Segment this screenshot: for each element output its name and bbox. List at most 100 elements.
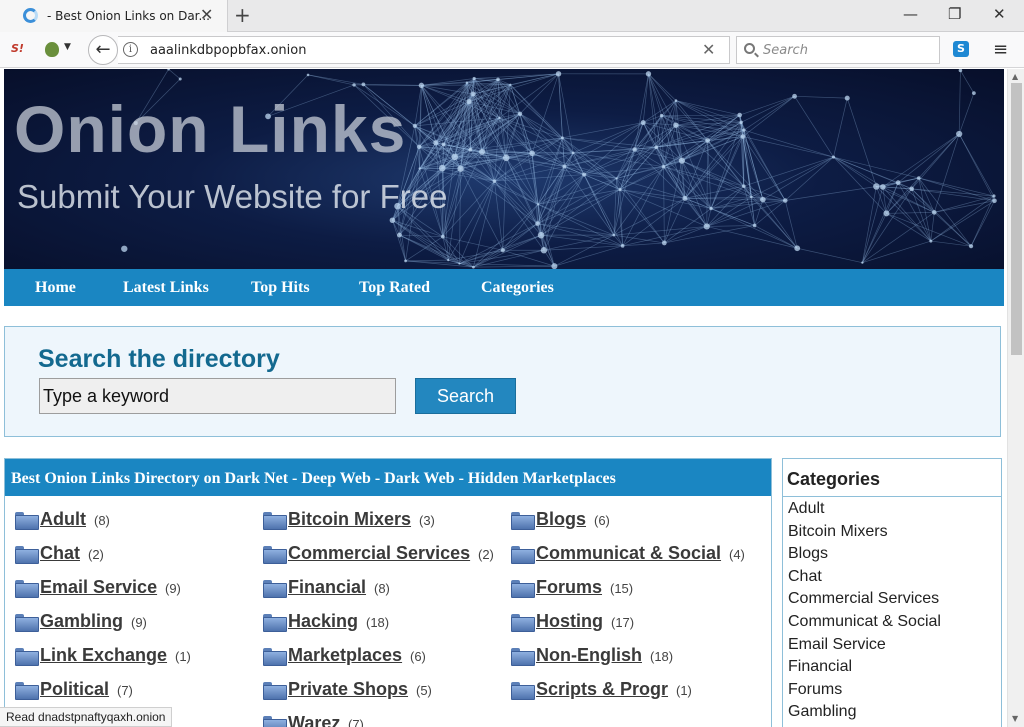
category-count: (17) [611, 615, 635, 630]
close-tab-icon[interactable]: ✕ [200, 6, 213, 24]
network-node [470, 91, 476, 97]
category-link[interactable]: Marketplaces [288, 645, 402, 666]
category-link[interactable]: Blogs [536, 509, 586, 530]
category-link[interactable]: Communicat & Social [536, 543, 721, 564]
url-text[interactable]: aaalinkdbpopbfax.onion [150, 43, 306, 58]
sidebar-item[interactable]: Bitcoin Mixers [788, 521, 941, 544]
network-node [121, 245, 128, 252]
category-link[interactable]: Link Exchange [40, 645, 167, 666]
hamburger-menu-icon[interactable]: ≡ [993, 40, 1008, 60]
skype-icon[interactable]: S [953, 41, 969, 57]
category-count: (2) [88, 547, 104, 562]
sidebar-item[interactable]: Commercial Services [788, 588, 941, 611]
page-scrollbar[interactable]: ▲ ▼ [1007, 69, 1024, 727]
network-node [306, 73, 310, 77]
category-link[interactable]: Forums [536, 577, 602, 598]
category-link[interactable]: Non-English [536, 645, 642, 666]
restore-icon[interactable]: ❐ [948, 4, 961, 24]
scroll-down-icon[interactable]: ▼ [1012, 714, 1018, 723]
network-line [862, 188, 912, 263]
network-node [740, 134, 746, 139]
directory-heading: Best Onion Links Directory on Dark Net -… [5, 459, 771, 496]
extension-icon[interactable]: S! [11, 42, 24, 55]
category-link[interactable]: Chat [40, 543, 80, 564]
network-node [498, 116, 501, 119]
network-node [782, 198, 788, 203]
network-line [960, 70, 975, 94]
search-placeholder: Search [763, 43, 808, 58]
network-node [361, 82, 366, 87]
back-button[interactable]: ← [88, 35, 118, 65]
nav-categories[interactable]: Categories [481, 279, 554, 297]
minimize-icon[interactable]: — [903, 4, 918, 24]
category-count: (6) [594, 513, 610, 528]
network-node [956, 130, 963, 138]
category-count: (7) [117, 683, 133, 698]
network-line [970, 200, 995, 247]
sidebar-item[interactable]: Adult [788, 498, 941, 521]
tab-active[interactable]: - Best Onion Links on Dar... ✕ [0, 0, 228, 32]
network-line [675, 100, 742, 123]
category-link[interactable]: Hacking [288, 611, 358, 632]
keyword-input[interactable]: Type a keyword [39, 378, 396, 414]
network-line [473, 223, 538, 268]
search-button[interactable]: Search [415, 378, 516, 414]
scrollbar-thumb[interactable] [1011, 83, 1022, 355]
sidebar-item[interactable]: Blogs [788, 543, 941, 566]
network-line [743, 156, 834, 187]
close-window-icon[interactable]: ✕ [993, 4, 1006, 24]
network-node [682, 195, 688, 201]
network-node [612, 233, 616, 237]
nav-top-rated[interactable]: Top Rated [359, 279, 430, 297]
network-line [762, 156, 834, 200]
clear-url-icon[interactable]: ✕ [702, 40, 715, 59]
category-link[interactable]: Adult [40, 509, 86, 530]
network-line [882, 186, 932, 242]
category-link[interactable]: Email Service [40, 577, 157, 598]
main-nav: Home Latest Links Top Hits Top Rated Cat… [4, 269, 1004, 306]
browser-search-input[interactable]: Search [736, 36, 940, 64]
network-line [307, 74, 364, 85]
network-node [916, 176, 921, 180]
network-node [433, 140, 439, 146]
network-node [615, 177, 618, 180]
network-line [911, 188, 972, 247]
category-link[interactable]: Commercial Services [288, 543, 470, 564]
scroll-up-icon[interactable]: ▲ [1012, 72, 1018, 81]
category-count: (7) [348, 717, 364, 727]
network-node [537, 231, 545, 239]
folder-icon [263, 512, 287, 530]
info-icon[interactable]: i [123, 42, 138, 57]
category-link[interactable]: Political [40, 679, 109, 700]
directory-panel: Best Onion Links Directory on Dark Net -… [4, 458, 772, 727]
url-bar[interactable]: i aaalinkdbpopbfax.onion ✕ [118, 36, 730, 64]
category-link[interactable]: Financial [288, 577, 366, 598]
category-link[interactable]: Private Shops [288, 679, 408, 700]
new-tab-button[interactable]: + [234, 4, 251, 26]
network-line [970, 195, 995, 247]
sidebar-item[interactable]: Financial [788, 656, 941, 679]
category-link[interactable]: Gambling [40, 611, 123, 632]
category-link[interactable]: Bitcoin Mixers [288, 509, 411, 530]
chevron-down-icon[interactable]: ▼ [64, 42, 71, 52]
folder-icon [15, 512, 39, 530]
category-link[interactable]: Scripts & Progr [536, 679, 668, 700]
category-count: (8) [374, 581, 390, 596]
category-link[interactable]: Warez [288, 713, 340, 727]
sidebar-item[interactable]: Chat [788, 566, 941, 589]
network-node [883, 210, 890, 217]
network-node [661, 164, 666, 169]
nav-latest-links[interactable]: Latest Links [123, 279, 209, 297]
network-line [911, 188, 932, 242]
sidebar-item[interactable]: Forums [788, 679, 941, 702]
network-node [971, 91, 976, 96]
folder-icon [511, 512, 535, 530]
nav-top-hits[interactable]: Top Hits [251, 279, 310, 297]
nav-home[interactable]: Home [35, 279, 76, 297]
sidebar-item[interactable]: Gambling [788, 701, 941, 724]
onion-icon[interactable] [45, 42, 59, 57]
sidebar-item[interactable]: Communicat & Social [788, 611, 941, 634]
category-link[interactable]: Hosting [536, 611, 603, 632]
sidebar-item[interactable]: Email Service [788, 634, 941, 657]
network-node [438, 164, 446, 172]
